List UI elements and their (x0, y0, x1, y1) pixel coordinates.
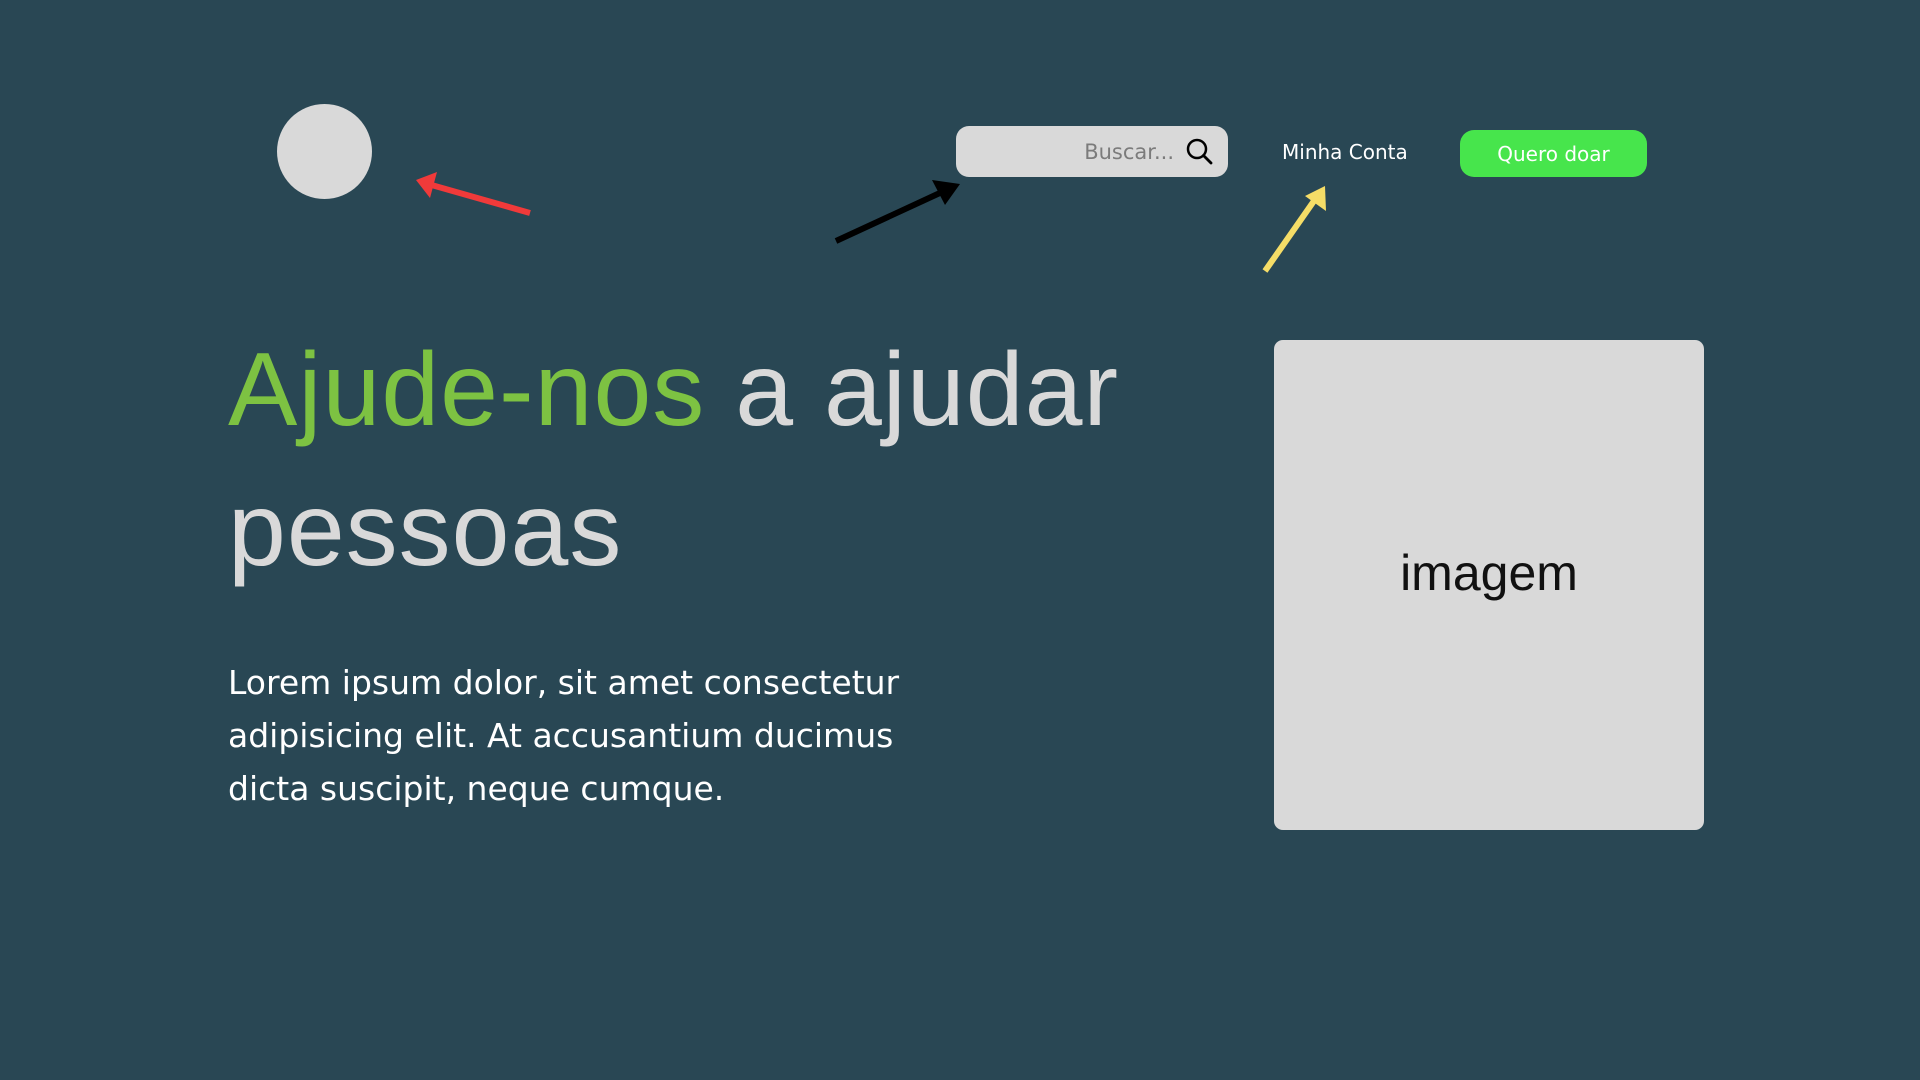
search-icon[interactable] (1184, 136, 1216, 168)
hero-title-accent: Ajude-nos (228, 332, 706, 448)
page: Minha Conta Quero doar Ajude-nos a ajuda… (0, 0, 1920, 1080)
logo-placeholder[interactable] (277, 104, 372, 199)
search-input[interactable] (974, 126, 1174, 177)
search-bar[interactable] (956, 126, 1228, 177)
yellow-arrow-icon (1262, 186, 1326, 273)
hero-description: Lorem ipsum dolor, sit amet consectetur … (228, 663, 900, 808)
account-link[interactable]: Minha Conta (1282, 140, 1408, 164)
black-arrow-icon (834, 180, 960, 244)
image-placeholder: imagem (1274, 340, 1704, 830)
hero-title: Ajude-nos a ajudar pessoas (228, 320, 1188, 600)
donate-button[interactable]: Quero doar (1460, 130, 1647, 177)
red-arrow-icon (416, 172, 531, 216)
image-placeholder-label: imagem (1400, 545, 1578, 601)
